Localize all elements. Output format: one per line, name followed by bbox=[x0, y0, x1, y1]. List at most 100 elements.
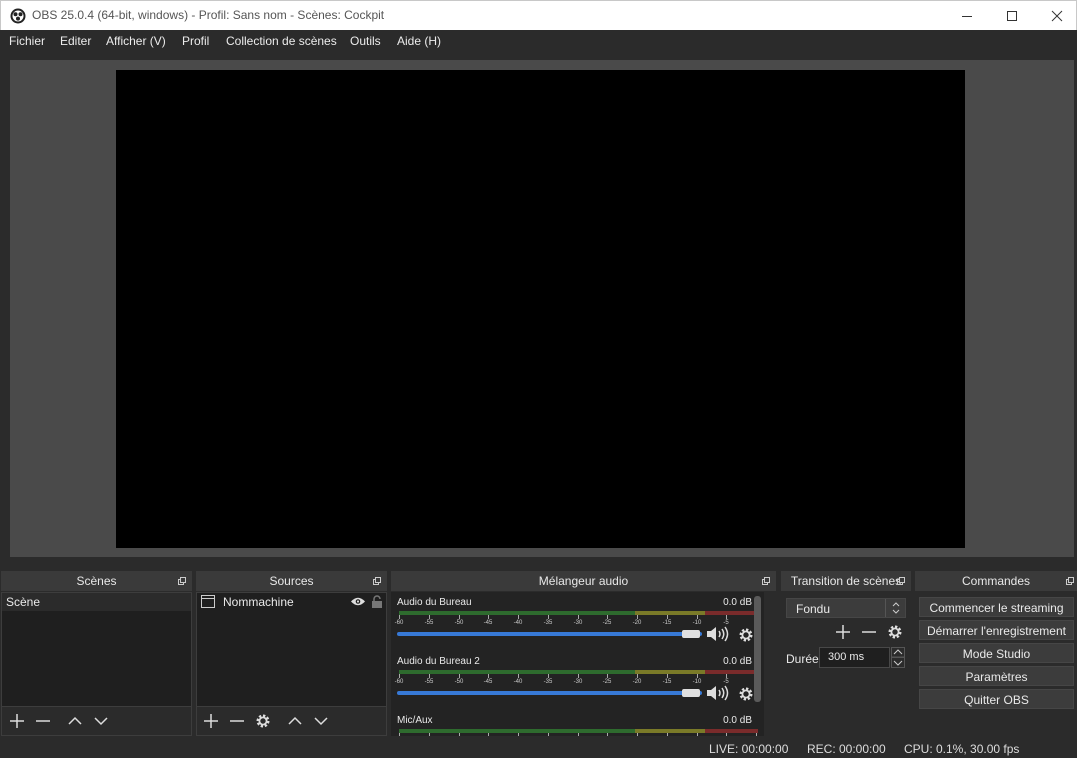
menu-aide[interactable]: Aide (H) bbox=[397, 34, 441, 48]
move-up-icon[interactable] bbox=[287, 713, 303, 729]
volume-slider[interactable] bbox=[397, 632, 702, 636]
maximize-button[interactable] bbox=[989, 1, 1035, 31]
menu-afficher[interactable]: Afficher (V) bbox=[106, 34, 166, 48]
meter-tick-mark bbox=[697, 733, 698, 736]
meter-tick-label: -55 bbox=[424, 679, 434, 685]
menu-editer[interactable]: Editer bbox=[60, 34, 91, 48]
float-dock-icon[interactable] bbox=[373, 577, 381, 585]
meter-tick-mark bbox=[459, 733, 460, 736]
sources-dock: Sources Nommachine bbox=[196, 571, 387, 736]
minimize-icon bbox=[962, 16, 972, 17]
volume-slider-handle[interactable] bbox=[682, 630, 700, 638]
duration-stepper-icon[interactable] bbox=[891, 647, 905, 668]
transition-properties-gear-icon[interactable] bbox=[887, 624, 903, 640]
move-up-icon[interactable] bbox=[67, 713, 83, 729]
scene-item[interactable]: Scène bbox=[2, 593, 191, 611]
menu-collection-scenes[interactable]: Collection de scènes bbox=[226, 34, 337, 48]
scenes-list[interactable]: Scène bbox=[1, 592, 192, 707]
duration-input[interactable]: 300 ms bbox=[819, 647, 890, 668]
meter-tick-label: -40 bbox=[513, 679, 523, 685]
meter-tick-label: -25 bbox=[602, 679, 612, 685]
meter-tick-mark bbox=[726, 615, 727, 619]
lock-icon[interactable] bbox=[371, 595, 383, 608]
preview-canvas[interactable] bbox=[116, 70, 965, 548]
minimize-button[interactable] bbox=[944, 1, 990, 31]
channel-name: Audio du Bureau 2 bbox=[397, 656, 480, 667]
status-bar: LIVE: 00:00:00 REC: 00:00:00 CPU: 0.1%, … bbox=[0, 738, 1077, 758]
meter-tick-mark bbox=[429, 733, 430, 736]
meter-tick-mark bbox=[518, 733, 519, 736]
meter-tick-label: -30 bbox=[573, 679, 583, 685]
remove-scene-icon[interactable] bbox=[35, 713, 51, 729]
meter-tick-mark bbox=[607, 615, 608, 619]
sources-list[interactable]: Nommachine bbox=[196, 592, 387, 707]
meter-tick-label: -20 bbox=[632, 620, 642, 626]
remove-source-icon[interactable] bbox=[229, 713, 245, 729]
meter-tick-mark bbox=[726, 733, 727, 736]
channel-db: 0.0 dB bbox=[723, 656, 752, 667]
float-dock-icon[interactable] bbox=[762, 577, 770, 585]
meter-tick-mark bbox=[518, 615, 519, 619]
add-transition-icon[interactable] bbox=[835, 624, 851, 640]
meter-tick-label: -50 bbox=[454, 679, 464, 685]
source-properties-gear-icon[interactable] bbox=[255, 713, 271, 729]
meter-tick-label: -15 bbox=[662, 679, 672, 685]
move-down-icon[interactable] bbox=[93, 713, 109, 729]
channel-name: Mic/Aux bbox=[397, 715, 433, 726]
window-title: OBS 25.0.4 (64-bit, windows) - Profil: S… bbox=[32, 8, 385, 22]
start-streaming-button[interactable]: Commencer le streaming bbox=[919, 597, 1074, 617]
controls-dock-header: Commandes bbox=[915, 571, 1077, 591]
live-status: LIVE: 00:00:00 bbox=[709, 742, 789, 756]
meter-tick-mark bbox=[578, 674, 579, 678]
cpu-status: CPU: 0.1%, 30.00 fps bbox=[904, 742, 1020, 756]
title-bar: OBS 25.0.4 (64-bit, windows) - Profil: S… bbox=[0, 0, 1077, 30]
mixer-scrollbar[interactable] bbox=[754, 596, 761, 702]
mixer-dock-title: Mélangeur audio bbox=[538, 574, 629, 588]
float-dock-icon[interactable] bbox=[897, 577, 905, 585]
transition-select-arrow[interactable] bbox=[885, 599, 905, 617]
maximize-icon bbox=[1007, 11, 1017, 21]
studio-mode-button[interactable]: Mode Studio bbox=[919, 643, 1074, 663]
mixer-channels: Audio du Bureau 0.0 dB -60 -55 -50 -45 -40 -3… bbox=[391, 592, 764, 736]
meter-tick-label: -35 bbox=[543, 620, 553, 626]
menu-fichier[interactable]: Fichier bbox=[9, 34, 45, 48]
add-scene-icon[interactable] bbox=[9, 713, 25, 729]
menu-outils[interactable]: Outils bbox=[350, 34, 381, 48]
move-down-icon[interactable] bbox=[313, 713, 329, 729]
close-button[interactable] bbox=[1034, 1, 1077, 31]
float-dock-icon[interactable] bbox=[1066, 577, 1074, 585]
duration-value: 300 ms bbox=[828, 651, 865, 663]
volume-slider[interactable] bbox=[397, 691, 702, 695]
start-recording-button[interactable]: Démarrer l'enregistrement bbox=[919, 620, 1074, 640]
meter-tick-label: -35 bbox=[543, 679, 553, 685]
visibility-eye-icon[interactable] bbox=[350, 596, 366, 607]
meter-tick-mark bbox=[756, 733, 757, 736]
menu-bar: Fichier Editer Afficher (V) Profil Colle… bbox=[0, 30, 1077, 52]
source-item[interactable]: Nommachine bbox=[197, 593, 386, 611]
transitions-dock-title: Transition de scènes bbox=[790, 574, 902, 588]
add-source-icon[interactable] bbox=[203, 713, 219, 729]
speaker-icon[interactable] bbox=[706, 685, 730, 701]
meter-tick-mark bbox=[459, 674, 460, 678]
meter-scale: -60-55-50-45-40-35-30-25-20-15-10-50 bbox=[399, 733, 758, 736]
updown-chevron-icon bbox=[892, 602, 900, 614]
scenes-toolbar bbox=[1, 707, 192, 736]
remove-transition-icon[interactable] bbox=[861, 624, 877, 640]
transitions-dock: Transition de scènes Fondu Durée 300 ms bbox=[781, 571, 911, 736]
sources-dock-header: Sources bbox=[196, 571, 387, 591]
meter-tick-mark bbox=[548, 615, 549, 619]
meter-tick-mark bbox=[399, 733, 400, 736]
speaker-icon[interactable] bbox=[706, 626, 730, 642]
settings-button[interactable]: Paramètres bbox=[919, 666, 1074, 686]
volume-slider-handle[interactable] bbox=[682, 689, 700, 697]
meter-tick-label: -15 bbox=[662, 620, 672, 626]
float-dock-icon[interactable] bbox=[178, 577, 186, 585]
audio-settings-gear-icon[interactable] bbox=[738, 686, 754, 702]
meter-tick-mark bbox=[637, 733, 638, 736]
audio-settings-gear-icon[interactable] bbox=[738, 627, 754, 643]
exit-button[interactable]: Quitter OBS bbox=[919, 689, 1074, 709]
meter-tick-mark bbox=[488, 615, 489, 619]
transitions-dock-header: Transition de scènes bbox=[781, 571, 911, 591]
menu-profil[interactable]: Profil bbox=[182, 34, 209, 48]
transition-select[interactable]: Fondu bbox=[786, 598, 906, 618]
